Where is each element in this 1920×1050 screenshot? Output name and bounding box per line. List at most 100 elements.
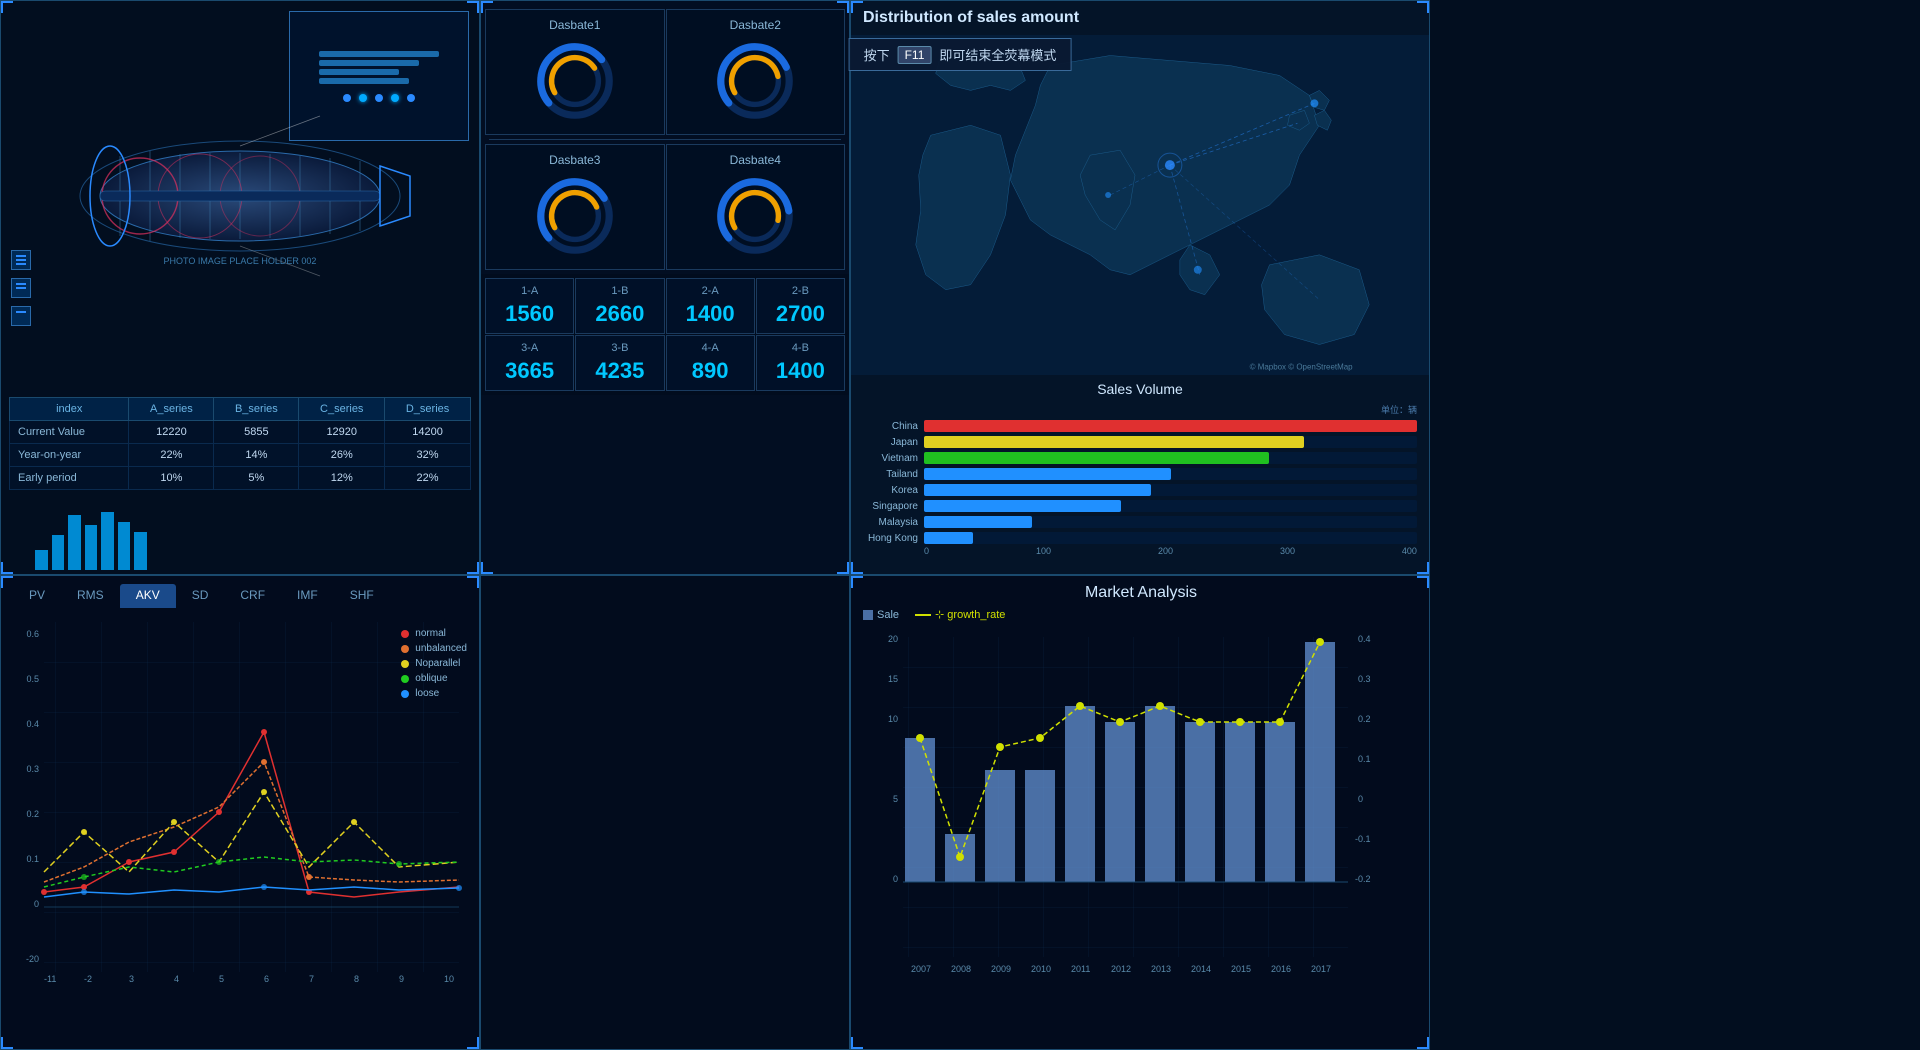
- row3-b: 5%: [214, 466, 299, 489]
- legend-loose: loose: [401, 688, 467, 699]
- svg-text:5: 5: [893, 794, 898, 804]
- sales-bar-row-singapore: Singapore: [863, 500, 1417, 512]
- sales-bar-row-korea: Korea: [863, 484, 1417, 496]
- bar-track-singapore: [924, 500, 1417, 512]
- mini-bar-4: [85, 525, 98, 570]
- col-b: B_series: [214, 397, 299, 420]
- svg-text:0.3: 0.3: [26, 764, 39, 774]
- number-cell-1: 1-B 2660: [575, 278, 664, 334]
- svg-text:0: 0: [893, 874, 898, 884]
- bar-track-tailand: [924, 468, 1417, 480]
- number-cell-4: 3-A 3665: [485, 335, 574, 391]
- sales-bar-row-china: China: [863, 420, 1417, 432]
- mini-bar-7: [134, 532, 147, 570]
- mini-bar-3: [68, 515, 81, 570]
- mini-bar-1: [35, 550, 48, 570]
- bar-label-korea: Korea: [863, 485, 918, 496]
- tab-shf[interactable]: SHF: [334, 584, 390, 608]
- row3-c: 12%: [299, 466, 385, 489]
- svg-text:0.1: 0.1: [26, 854, 39, 864]
- svg-text:0.6: 0.6: [26, 629, 39, 639]
- machinery-content: PHOTO IMAGE PLACE HOLDER 002 index: [1, 1, 479, 574]
- bar-2014: [1185, 722, 1215, 882]
- svg-text:0.4: 0.4: [26, 719, 39, 729]
- svg-text:2016: 2016: [1271, 964, 1291, 974]
- gauge-svg-3: [530, 171, 620, 261]
- sales-chart-container: Sales Volume 单位：辆 China Japan Vietnam: [851, 375, 1429, 562]
- wave-legend: normal unbalanced Noparallel oblique loo…: [401, 628, 467, 699]
- machinery-image: PHOTO IMAGE PLACE HOLDER 002: [1, 1, 479, 391]
- legend-growth-label: ⊹ growth_rate: [935, 608, 1005, 621]
- world-map-svg: © Mapbox © OpenStreetMap: [851, 35, 1429, 375]
- svg-text:4: 4: [174, 974, 179, 984]
- legend-unbalanced: unbalanced: [401, 643, 467, 654]
- sales-bars: China Japan Vietnam: [863, 420, 1417, 544]
- gauge-cell-1: Dasbate1: [485, 9, 665, 135]
- legend-dot-oblique: [401, 675, 409, 683]
- svg-text:2007: 2007: [911, 964, 931, 974]
- gauge-label-3: Dasbate3: [549, 153, 600, 167]
- gauge-cell-3: Dasbate3: [485, 144, 665, 270]
- market-svg: 20 15 10 5 0 0.4 0.3 0.2 0.1 0 -0.1 -0.2: [863, 627, 1403, 1027]
- tab-sd[interactable]: SD: [176, 584, 225, 608]
- f11-badge: F11: [898, 46, 932, 64]
- mini-chart: [31, 514, 151, 574]
- market-panel: Market Analysis Sale ⊹ growth_rate: [850, 575, 1430, 1050]
- bar-fill-korea: [924, 484, 1151, 496]
- svg-text:2017: 2017: [1311, 964, 1331, 974]
- svg-text:-2: -2: [84, 974, 92, 984]
- row3-a: 10%: [129, 466, 214, 489]
- ring-gauge-3: [530, 171, 620, 261]
- sales-bar-row-malaysia: Malaysia: [863, 516, 1417, 528]
- bar-fill-tailand: [924, 468, 1171, 480]
- svg-text:9: 9: [399, 974, 404, 984]
- bar-2010: [1025, 770, 1055, 882]
- axis-0: 0: [924, 546, 929, 556]
- legend-dot-loose: [401, 690, 409, 698]
- axis-400: 400: [1402, 546, 1417, 556]
- legend-label-oblique: oblique: [415, 673, 447, 684]
- market-title: Market Analysis: [863, 584, 1419, 602]
- bar-track-malaysia: [924, 516, 1417, 528]
- wave-panel: PV RMS AKV SD CRF IMF SHF normal unbalan…: [0, 575, 480, 1050]
- tab-akv[interactable]: AKV: [120, 584, 176, 608]
- sales-bar-row-tailand: Tailand: [863, 468, 1417, 480]
- photo-label: PHOTO IMAGE PLACE HOLDER 002: [164, 256, 317, 266]
- tab-pv[interactable]: PV: [13, 584, 61, 608]
- map-title: Distribution of sales amount: [851, 1, 1429, 35]
- legend-dot-normal: [401, 630, 409, 638]
- mini-bar-2: [52, 535, 65, 570]
- col-a: A_series: [129, 397, 214, 420]
- legend-sale-label: Sale: [877, 609, 899, 621]
- svg-text:0.4: 0.4: [1358, 634, 1371, 644]
- row2-c: 26%: [299, 443, 385, 466]
- bar-label-vietnam: Vietnam: [863, 453, 918, 464]
- legend-sale-square: [863, 610, 873, 620]
- number-cell-7: 4-B 1400: [756, 335, 845, 391]
- bar-fill-hongkong: [924, 532, 973, 544]
- legend-oblique: oblique: [401, 673, 467, 684]
- market-analysis-area: Market Analysis Sale ⊹ growth_rate: [851, 576, 1430, 1049]
- tab-imf[interactable]: IMF: [281, 584, 334, 608]
- sales-bar-row-hongkong: Hong Kong: [863, 532, 1417, 544]
- legend-label-unbalanced: unbalanced: [415, 643, 467, 654]
- row2-label: Year-on-year: [10, 443, 129, 466]
- number-cell-2: 2-A 1400: [666, 278, 755, 334]
- svg-text:2009: 2009: [991, 964, 1011, 974]
- svg-text:10: 10: [888, 714, 898, 724]
- tab-crf[interactable]: CRF: [224, 584, 281, 608]
- legend-growth: ⊹ growth_rate: [915, 608, 1005, 621]
- bar-2007: [905, 738, 935, 882]
- market-analysis: Market Analysis Sale ⊹ growth_rate: [851, 576, 1430, 1049]
- gauge-svg-1: [530, 36, 620, 126]
- bar-track-japan: [924, 436, 1417, 448]
- svg-text:0.1: 0.1: [1358, 754, 1371, 764]
- tab-rms[interactable]: RMS: [61, 584, 120, 608]
- gauges-panel: Dasbate1 Dasbate2: [480, 0, 850, 575]
- row3-d: 22%: [385, 466, 471, 489]
- legend-noparallel: Noparallel: [401, 658, 467, 669]
- row2-d: 32%: [385, 443, 471, 466]
- legend-dot-unbalanced: [401, 645, 409, 653]
- svg-text:20: 20: [888, 634, 898, 644]
- notice-prefix: 按下: [864, 45, 890, 64]
